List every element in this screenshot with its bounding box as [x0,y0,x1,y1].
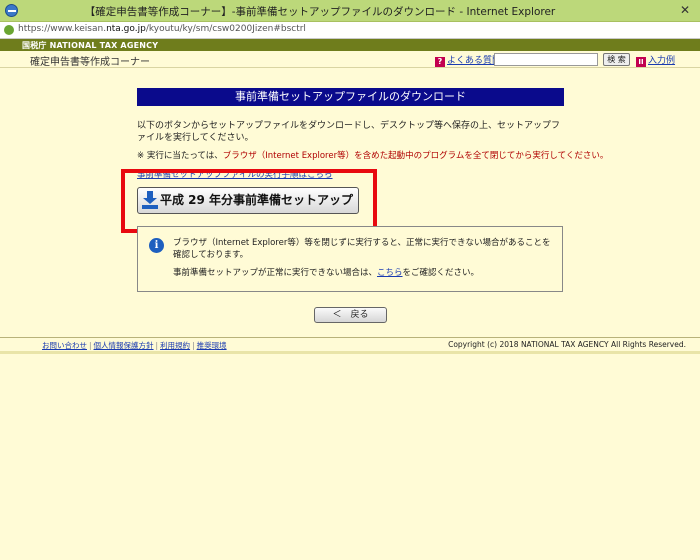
window-titlebar: 【確定申告書等作成コーナー】-事前準備セットアップファイルのダウンロード - I… [0,0,700,22]
agency-band: 国税庁 NATIONAL TAX AGENCY [0,39,700,51]
url-prefix: https://www.keisan. [18,24,107,34]
window-close-button[interactable]: ✕ [674,3,696,18]
corner-title: 確定申告書等作成コーナー [30,57,150,68]
search-button[interactable]: 検 索 [603,53,630,66]
footer-link-contact[interactable]: お問い合わせ [42,341,87,350]
intro-text: 以下のボタンからセットアップファイルをダウンロードし、デスクトップ等へ保存の上、… [137,121,561,143]
footer-band [0,351,700,354]
info-text: ブラウザ（Internet Explorer等）等を閉じずに実行すると、正常に実… [173,238,551,260]
faq-label: よくある質問 [447,56,502,66]
address-bar[interactable]: https://www.keisan.nta.go.jp/kyoutu/ky/s… [0,22,700,39]
note-text: ※ 実行に当たっては、ブラウザ（Internet Explorer等）を含めた起… [137,149,608,161]
note-prefix: ※ 実行に当たっては、 [137,151,223,161]
info-help-text: 事前準備セットアップが正常に実行できない場合は、こちらをご確認ください。 [173,266,553,278]
input-example-icon: II [636,57,646,67]
note-warning: ブラウザ（Internet Explorer等）を含めた起動中のプログラムを全て… [222,151,609,161]
red-highlight-frame [121,169,377,233]
footer-links: お問い合わせ | 個人情報保護方針 | 利用規約 | 推奨環境 [42,340,227,351]
question-icon: ? [435,57,445,67]
footer-link-terms[interactable]: 利用規約 [160,341,190,350]
info-icon: i [149,238,164,253]
agency-logo: 国税庁 NATIONAL TAX AGENCY [22,41,159,50]
faq-link[interactable]: ? よくある質問 [435,53,501,67]
address-url[interactable]: https://www.keisan.nta.go.jp/kyoutu/ky/s… [18,24,306,34]
footer-separator: | [155,341,159,350]
footer: お問い合わせ | 個人情報保護方針 | 利用規約 | 推奨環境 Copyright (c) … [0,337,700,350]
footer-separator: | [89,341,92,350]
window-title: 【確定申告書等作成コーナー】-事前準備セットアップファイルのダウンロード - I… [84,6,556,18]
footer-separator: | [192,341,195,350]
url-path: /kyoutu/ky/sm/csw0200Jizen#bsctrl [145,24,306,34]
input-example-label: 入力例 [648,56,676,66]
footer-link-privacy[interactable]: 個人情報保護方針 [94,341,154,350]
info-help-prefix: 事前準備セットアップが正常に実行できない場合は、 [173,268,378,278]
input-example-link[interactable]: II 入力例 [636,53,675,67]
info-panel: i ブラウザ（Internet Explorer等）等を閉じずに実行すると、正常… [137,226,563,292]
search-input[interactable] [494,53,598,66]
copyright: Copyright (c) 2018 NATIONAL TAX AGENCY A… [448,340,686,349]
back-button[interactable]: ＜ 戻る [314,307,387,323]
site-header: 確定申告書等作成コーナー ? よくある質問 検 索 II 入力例 [0,51,700,68]
url-domain: nta.go.jp [106,24,146,34]
footer-link-environment[interactable]: 推奨環境 [197,341,227,350]
info-help-suffix: をご確認ください。 [402,268,480,278]
lock-icon [4,25,14,35]
info-help-link[interactable]: こちら [377,268,403,278]
page-title: 事前準備セットアップファイルのダウンロード [137,88,564,106]
